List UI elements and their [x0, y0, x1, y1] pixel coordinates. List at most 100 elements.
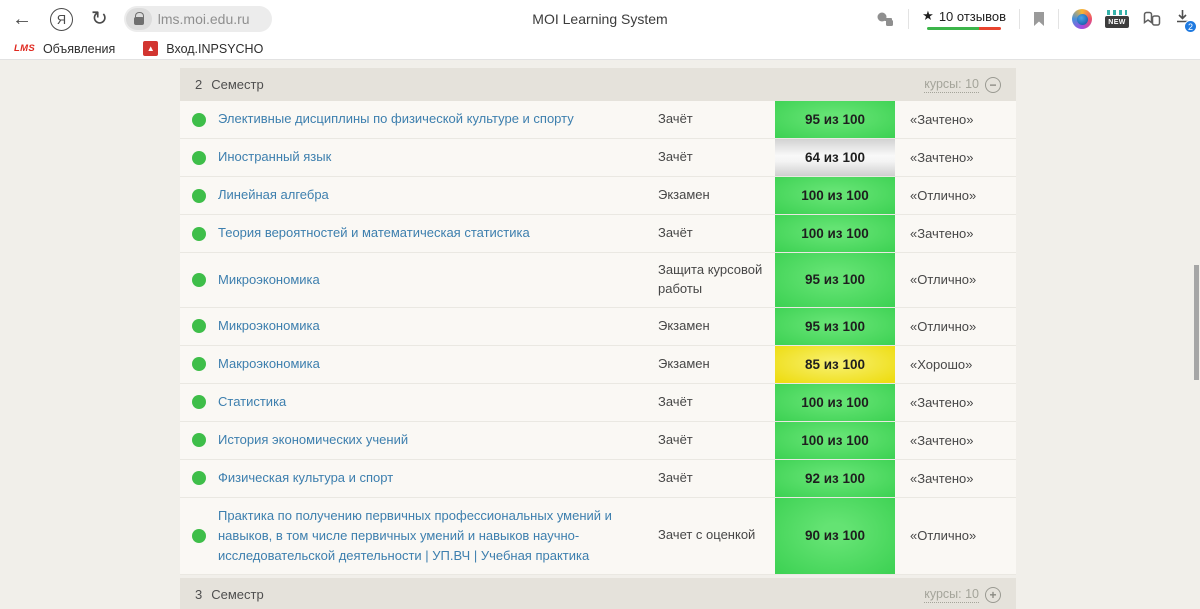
browser-toolbar: ← Я ↻ lms.moi.edu.ru MOI Learning System… [0, 0, 1200, 38]
refresh-icon[interactable]: ↻ [91, 9, 108, 29]
secure-lock-icon[interactable] [126, 8, 152, 30]
score-badge: 95 из 100 [775, 308, 895, 345]
semester-label: Семестр [211, 77, 263, 92]
password-manager-icon[interactable] [876, 11, 895, 28]
course-row: Практика по получению первичных професси… [180, 498, 1016, 575]
extension-browser-icon[interactable] [1072, 9, 1092, 29]
exam-type-cell: Экзамен [658, 308, 775, 345]
page-content: 2 Семестр курсы: 10 − Элективные дисципл… [0, 60, 1200, 609]
course-link[interactable]: Микроэкономика [218, 316, 320, 336]
grade-cell: «Отлично» [895, 498, 1016, 574]
grade-cell: «Зачтено» [895, 460, 1016, 497]
status-cell [180, 346, 218, 383]
course-link[interactable]: Иностранный язык [218, 147, 331, 167]
grade-cell: «Зачтено» [895, 384, 1016, 421]
status-cell [180, 177, 218, 214]
status-cell [180, 460, 218, 497]
status-dot-icon [192, 273, 206, 287]
bookmark-item-lms[interactable]: LMS Объявления [14, 42, 115, 56]
course-link[interactable]: Теория вероятностей и математическая ста… [218, 223, 530, 243]
bookmark-item-inpsycho[interactable]: ▲ Вход.INPSYCHO [143, 41, 263, 56]
score-badge: 100 из 100 [775, 384, 895, 421]
status-dot-icon [192, 395, 206, 409]
score-badge: 92 из 100 [775, 460, 895, 497]
exam-type-cell: Зачёт [658, 460, 775, 497]
bookmarks-bar: LMS Объявления ▲ Вход.INPSYCHO [0, 38, 1200, 60]
scrollbar-thumb[interactable] [1194, 265, 1199, 380]
grade-cell: «Зачтено» [895, 215, 1016, 252]
semester-3-header: 3 Семестр курсы: 10 + [180, 578, 1016, 609]
status-dot-icon [192, 227, 206, 241]
status-dot-icon [192, 529, 206, 543]
score-badge: 95 из 100 [775, 253, 895, 307]
course-cell: Элективные дисциплины по физической куль… [218, 101, 658, 138]
toolbar-divider [1019, 9, 1020, 29]
exam-type-cell: Экзамен [658, 177, 775, 214]
status-dot-icon [192, 471, 206, 485]
courses-count-link[interactable]: курсы: 10 [924, 587, 979, 603]
exam-type-cell: Защита курсовой работы [658, 253, 775, 307]
course-row: Теория вероятностей и математическая ста… [180, 215, 1016, 253]
downloads-button[interactable]: 2 [1175, 9, 1190, 29]
url-text: lms.moi.edu.ru [158, 11, 260, 27]
status-dot-icon [192, 319, 206, 333]
bookmark-icon[interactable] [1033, 11, 1045, 27]
grade-cell: «Зачтено» [895, 101, 1016, 138]
grade-cell: «Зачтено» [895, 422, 1016, 459]
course-link[interactable]: Физическая культура и спорт [218, 468, 393, 488]
course-row: Макроэкономика Экзамен 85 из 100 «Хорошо… [180, 346, 1016, 384]
grade-cell: «Отлично» [895, 177, 1016, 214]
status-dot-icon [192, 113, 206, 127]
course-cell: Микроэкономика [218, 308, 658, 345]
status-cell [180, 253, 218, 307]
rating-negative-segment [979, 27, 1001, 30]
course-link[interactable]: Микроэкономика [218, 270, 320, 290]
score-badge: 100 из 100 [775, 177, 895, 214]
course-row: Иностранный язык Зачёт 64 из 100 «Зачтен… [180, 139, 1016, 177]
exam-type-cell: Экзамен [658, 346, 775, 383]
gradebook-table: 2 Семестр курсы: 10 − Элективные дисципл… [180, 68, 1016, 609]
status-cell [180, 139, 218, 176]
course-cell: Практика по получению первичных професси… [218, 498, 658, 574]
score-badge: 100 из 100 [775, 422, 895, 459]
status-cell [180, 215, 218, 252]
course-link[interactable]: Элективные дисциплины по физической куль… [218, 109, 574, 129]
status-cell [180, 422, 218, 459]
score-badge: 95 из 100 [775, 101, 895, 138]
toolbar-divider [908, 9, 909, 29]
course-row: Физическая культура и спорт Зачёт 92 из … [180, 460, 1016, 498]
course-row: Статистика Зачёт 100 из 100 «Зачтено» [180, 384, 1016, 422]
rating-bar [927, 27, 1001, 30]
yandex-logo-icon[interactable]: Я [50, 8, 73, 31]
status-cell [180, 384, 218, 421]
exam-type-cell: Зачет с оценкой [658, 498, 775, 574]
course-link[interactable]: Практика по получению первичных професси… [218, 506, 648, 566]
site-reviews[interactable]: ★ 10 отзывов [922, 8, 1006, 30]
grade-cell: «Хорошо» [895, 346, 1016, 383]
exam-type-cell: Зачёт [658, 101, 775, 138]
status-dot-icon [192, 151, 206, 165]
course-row: Микроэкономика Экзамен 95 из 100 «Отличн… [180, 308, 1016, 346]
score-badge: 90 из 100 [775, 498, 895, 574]
course-link[interactable]: Макроэкономика [218, 354, 320, 374]
courses-count-link[interactable]: курсы: 10 [924, 77, 979, 93]
course-cell: История экономических учений [218, 422, 658, 459]
address-bar[interactable]: lms.moi.edu.ru [124, 6, 272, 32]
lms-logo-icon: LMS [14, 43, 35, 54]
course-link[interactable]: История экономических учений [218, 430, 408, 450]
extensions-icon[interactable] [1142, 11, 1162, 28]
course-cell: Микроэкономика [218, 253, 658, 307]
extension-new-icon[interactable]: NEW [1105, 10, 1129, 28]
expand-semester-icon[interactable]: + [985, 587, 1001, 603]
collapse-semester-icon[interactable]: − [985, 77, 1001, 93]
status-dot-icon [192, 357, 206, 371]
semester-2-header: 2 Семестр курсы: 10 − [180, 68, 1016, 101]
inpsycho-logo-icon: ▲ [143, 41, 158, 56]
course-row: Микроэкономика Защита курсовой работы 95… [180, 253, 1016, 308]
page-title: MOI Learning System [532, 11, 667, 27]
course-link[interactable]: Статистика [218, 392, 286, 412]
course-link[interactable]: Линейная алгебра [218, 185, 329, 205]
back-button[interactable]: ← [12, 9, 32, 29]
course-cell: Линейная алгебра [218, 177, 658, 214]
star-icon: ★ [922, 8, 934, 24]
